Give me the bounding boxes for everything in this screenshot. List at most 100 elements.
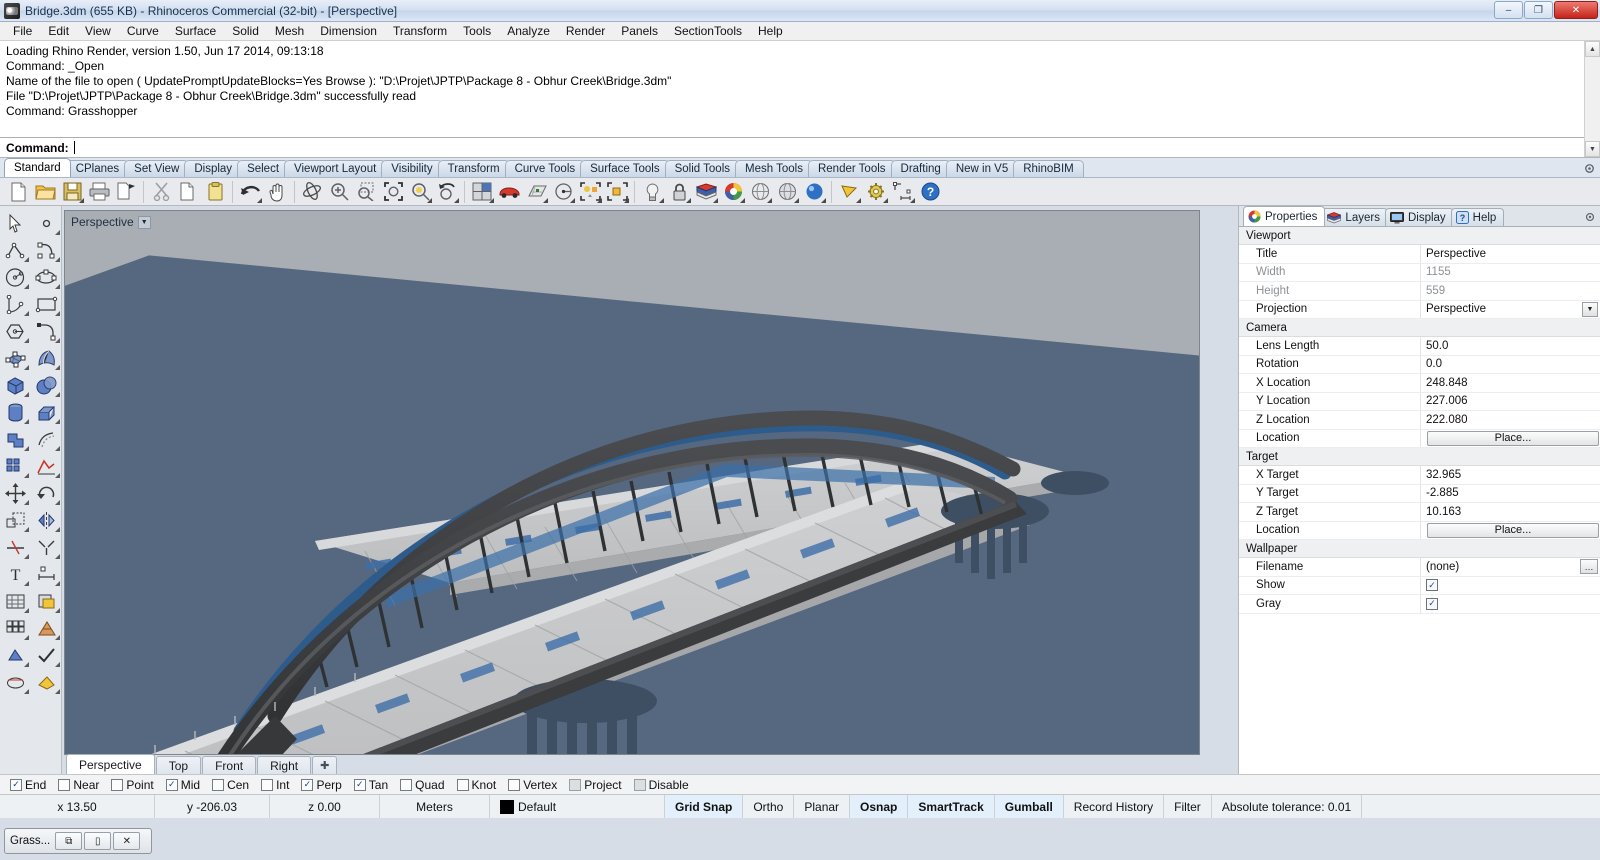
osnap-checkbox[interactable]: ✓ <box>353 778 366 791</box>
zoom-in-icon[interactable] <box>326 180 352 204</box>
osnap-checkbox[interactable] <box>261 778 274 791</box>
status-toggle-record-history[interactable]: Record History <box>1064 795 1165 818</box>
cplane-icon[interactable] <box>523 180 549 204</box>
status-toggle-planar[interactable]: Planar <box>794 795 851 818</box>
perspective-viewport[interactable]: Perspective ▼ <box>64 210 1200 755</box>
viewport-layout-icon[interactable] <box>469 180 495 204</box>
status-tolerance[interactable]: Absolute tolerance: 0.01 <box>1212 795 1363 818</box>
status-toggle-smarttrack[interactable]: SmartTrack <box>908 795 995 818</box>
toolbar-tab-cplanes[interactable]: CPlanes <box>65 160 130 177</box>
options-gear-icon[interactable] <box>863 180 889 204</box>
menu-item-curve[interactable]: Curve <box>119 22 167 40</box>
render-mesh-icon[interactable] <box>774 180 800 204</box>
curve-icon[interactable] <box>31 237 62 264</box>
toolbar-tab-mesh-tools[interactable]: Mesh Tools <box>735 160 813 177</box>
menu-item-file[interactable]: File <box>5 22 40 40</box>
move-icon[interactable] <box>0 480 31 507</box>
copy-to-clipboard-icon[interactable] <box>113 180 139 204</box>
status-toggle-filter[interactable]: Filter <box>1164 795 1212 818</box>
surface-loft-icon[interactable] <box>31 345 62 372</box>
menu-item-view[interactable]: View <box>77 22 119 40</box>
toolbar-tab-drafting[interactable]: Drafting <box>890 160 951 177</box>
viewport-tab-top[interactable]: Top <box>155 756 202 774</box>
mirror-icon[interactable] <box>31 507 62 534</box>
polyline-icon[interactable] <box>0 237 31 264</box>
property-value[interactable]: 32.965 <box>1421 466 1600 484</box>
maximize-button[interactable]: ❐ <box>1524 1 1553 19</box>
mesh-tools-icon[interactable] <box>31 615 62 642</box>
status-toggle-osnap[interactable]: Osnap <box>850 795 909 818</box>
menu-item-dimension[interactable]: Dimension <box>312 22 385 40</box>
place-button[interactable]: Place... <box>1427 430 1599 446</box>
help-icon[interactable]: ? <box>917 180 943 204</box>
osnap-quad[interactable]: Quad <box>400 778 445 792</box>
minimize-icon[interactable]: ▯ <box>84 832 112 850</box>
offset-icon[interactable] <box>31 426 62 453</box>
color-wheel-icon[interactable] <box>720 180 746 204</box>
command-prompt[interactable]: Command: <box>0 137 1600 157</box>
zoom-selected-icon[interactable] <box>407 180 433 204</box>
property-checkbox[interactable]: ✓ <box>1426 597 1438 610</box>
property-value[interactable]: Perspective <box>1421 245 1600 263</box>
osnap-checkbox[interactable] <box>633 778 646 791</box>
layer-state-icon[interactable] <box>31 669 62 696</box>
gear-icon[interactable] <box>1583 162 1596 175</box>
status-units[interactable]: Meters <box>380 795 490 818</box>
restore-icon[interactable]: ⧉ <box>55 832 83 850</box>
rotate-icon[interactable] <box>31 480 62 507</box>
point-icon[interactable] <box>31 210 62 237</box>
osnap-disable[interactable]: Disable <box>633 778 689 792</box>
select-objects-icon[interactable] <box>577 180 603 204</box>
camera-icon[interactable] <box>836 180 862 204</box>
property-value[interactable]: 222.080 <box>1421 411 1600 429</box>
viewport-tab-perspective[interactable]: Perspective <box>66 754 155 774</box>
section-icon[interactable] <box>0 669 31 696</box>
copy-icon[interactable] <box>175 180 201 204</box>
property-value[interactable]: 0.0 <box>1421 356 1600 374</box>
select-arrow-icon[interactable] <box>0 210 31 237</box>
array-icon[interactable] <box>0 453 31 480</box>
toolbar-tab-rhinobim[interactable]: RhinoBIM <box>1013 160 1084 177</box>
toolbar-tab-transform[interactable]: Transform <box>437 160 510 177</box>
text-icon[interactable]: T <box>0 561 31 588</box>
extrude-icon[interactable] <box>31 399 62 426</box>
property-value[interactable]: 1155 <box>1421 264 1600 282</box>
scroll-up-button[interactable]: ▲ <box>1585 41 1600 57</box>
arc-icon[interactable] <box>0 291 31 318</box>
zoom-window-icon[interactable] <box>353 180 379 204</box>
circle-radius-icon[interactable] <box>550 180 576 204</box>
scale-icon[interactable] <box>0 507 31 534</box>
fillet-curve-icon[interactable] <box>31 318 62 345</box>
grasshopper-window-bar[interactable]: Grass... ⧉ ▯ ✕ <box>4 828 152 854</box>
panel-gear-icon[interactable] <box>1584 211 1596 223</box>
osnap-checkbox[interactable] <box>456 778 469 791</box>
menu-item-analyze[interactable]: Analyze <box>499 22 558 40</box>
status-y[interactable]: y -206.03 <box>155 795 270 818</box>
tab-layers[interactable]: Layers <box>1322 208 1388 226</box>
osnap-checkbox[interactable]: ✓ <box>301 778 314 791</box>
toolbar-tab-surface-tools[interactable]: Surface Tools <box>580 160 670 177</box>
viewport-tab-front[interactable]: Front <box>202 756 257 774</box>
chevron-down-icon[interactable]: ▼ <box>137 215 151 229</box>
property-value[interactable]: 50.0 <box>1421 337 1600 355</box>
osnap-checkbox[interactable] <box>58 778 71 791</box>
property-value[interactable]: -2.885 <box>1421 485 1600 503</box>
dimension-icon[interactable] <box>890 180 916 204</box>
property-value[interactable]: 10.163 <box>1421 503 1600 521</box>
sphere-icon[interactable] <box>31 372 62 399</box>
osnap-end[interactable]: ✓ End <box>10 778 46 792</box>
box-icon[interactable] <box>0 372 31 399</box>
osnap-checkbox[interactable]: ✓ <box>10 778 22 791</box>
osnap-checkbox[interactable]: ✓ <box>165 778 178 791</box>
viewport-label[interactable]: Perspective ▼ <box>71 215 151 229</box>
viewport-tab-add[interactable]: ✚ <box>312 756 338 774</box>
osnap-vertex[interactable]: Vertex <box>508 778 557 792</box>
toolbar-tab-display[interactable]: Display <box>184 160 243 177</box>
osnap-tan[interactable]: ✓ Tan <box>353 778 388 792</box>
save-icon[interactable] <box>59 180 85 204</box>
osnap-cen[interactable]: Cen <box>212 778 249 792</box>
toolbar-tab-viewport-layout[interactable]: Viewport Layout <box>284 160 387 177</box>
toolbar-tab-new-in-v5[interactable]: New in V5 <box>945 160 1019 177</box>
close-button[interactable]: ✕ <box>1554 1 1598 19</box>
open-folder-icon[interactable] <box>32 180 58 204</box>
